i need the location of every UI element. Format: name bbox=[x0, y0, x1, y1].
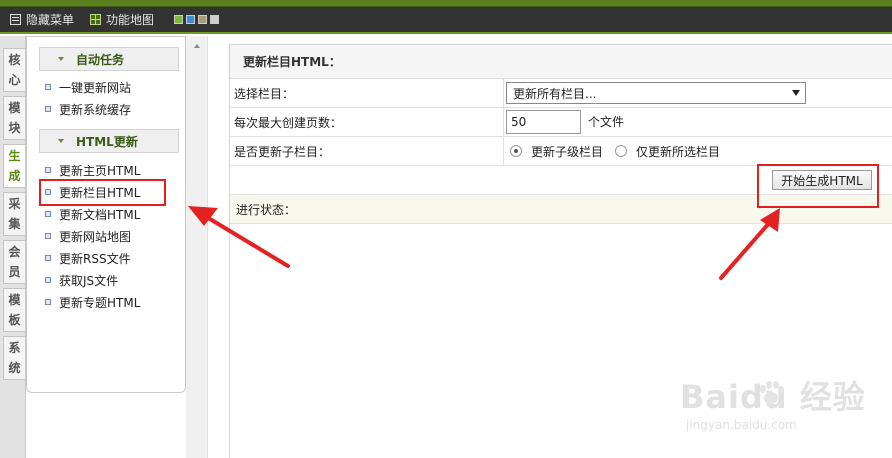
function-map-button[interactable]: 功能地图 bbox=[90, 11, 154, 28]
panel-splitter[interactable] bbox=[186, 36, 208, 458]
max-pages-input[interactable]: 50 bbox=[506, 110, 581, 134]
vertical-tabs: 核心模块生成采集会员模板系统 bbox=[0, 36, 26, 458]
tab-char: 模 bbox=[8, 293, 21, 307]
tab-char: 模 bbox=[8, 101, 21, 115]
tab-char: 集 bbox=[8, 217, 21, 231]
update-subcolumns-label: 是否更新子栏目： bbox=[234, 144, 331, 159]
section-header-auto-task[interactable]: 自动任务 bbox=[39, 47, 179, 71]
sidebar-item-label: 更新RSS文件 bbox=[59, 251, 131, 266]
start-generate-html-button[interactable]: 开始生成HTML bbox=[772, 170, 872, 190]
update-subcolumns-row: 是否更新子栏目： 更新子级栏目 仅更新所选栏目 bbox=[230, 137, 892, 166]
max-pages-unit: 个文件 bbox=[588, 114, 625, 129]
sidebar-item-label: 更新网站地图 bbox=[59, 229, 132, 244]
tab-char: 采 bbox=[8, 197, 21, 211]
radio-update-selected-only[interactable] bbox=[615, 145, 627, 157]
chevron-down-icon bbox=[58, 57, 64, 61]
sidebar-item-get-js[interactable]: 获取JS文件 bbox=[45, 270, 118, 290]
tab-char: 成 bbox=[8, 169, 21, 183]
radio-update-children-label[interactable]: 更新子级栏目 bbox=[531, 137, 603, 165]
progress-status-label: 进行状态： bbox=[236, 202, 297, 217]
function-map-label: 功能地图 bbox=[106, 13, 155, 27]
sidebar-item-label: 更新栏目HTML bbox=[59, 185, 141, 200]
column-select-value: 更新所有栏目... bbox=[513, 86, 597, 101]
chevron-down-icon bbox=[792, 90, 800, 96]
tab-char: 生 bbox=[8, 149, 21, 163]
row-divider bbox=[503, 108, 504, 136]
sidebar-item-label: 一键更新网站 bbox=[59, 80, 132, 95]
sidebar-item-update-cache[interactable]: 更新系统缓存 bbox=[45, 99, 131, 119]
collapse-arrow-icon[interactable] bbox=[194, 44, 200, 48]
max-pages-label: 每次最大创建页数： bbox=[234, 115, 343, 130]
radio-update-selected-only-label[interactable]: 仅更新所选栏目 bbox=[636, 137, 720, 165]
sidebar-item-update-rss[interactable]: 更新RSS文件 bbox=[45, 248, 131, 268]
theme-swatch-gray[interactable] bbox=[210, 15, 220, 24]
tab-char: 心 bbox=[8, 73, 21, 87]
sidebar-menu: 自动任务 一键更新网站 更新系统缓存 HTML更新 更新主页HTML 更新栏目H… bbox=[26, 36, 186, 393]
column-select[interactable]: 更新所有栏目... bbox=[506, 82, 806, 104]
grid-icon bbox=[90, 14, 102, 25]
row-divider bbox=[503, 79, 504, 107]
bullet-icon bbox=[45, 299, 51, 305]
bullet-icon bbox=[45, 106, 51, 112]
tab-generate[interactable]: 生成 bbox=[3, 144, 25, 188]
progress-status-row: 进行状态： bbox=[230, 195, 892, 224]
bullet-icon bbox=[45, 233, 51, 239]
app-window: 隐藏菜单 功能地图 核心模块生成采集会员模板系统 自动任务 一键更新网站 更新系… bbox=[0, 0, 892, 458]
tab-char: 系 bbox=[8, 341, 21, 355]
sidebar-item-label: 获取JS文件 bbox=[59, 273, 119, 288]
theme-swatch-tan[interactable] bbox=[198, 15, 208, 24]
paw-icon bbox=[760, 381, 784, 404]
sidebar-item-label: 更新系统缓存 bbox=[59, 102, 132, 117]
row-divider bbox=[503, 137, 504, 165]
tab-char: 统 bbox=[8, 361, 21, 375]
section-title: 自动任务 bbox=[76, 52, 125, 67]
section-title: HTML更新 bbox=[76, 134, 138, 149]
tab-template[interactable]: 模板 bbox=[3, 288, 25, 332]
theme-swatch-green[interactable] bbox=[174, 15, 184, 24]
top-strip bbox=[0, 0, 892, 7]
chevron-down-icon bbox=[58, 139, 64, 143]
tab-system[interactable]: 系统 bbox=[3, 336, 25, 380]
select-column-label: 选择栏目： bbox=[234, 86, 295, 101]
hide-menu-label: 隐藏菜单 bbox=[26, 13, 75, 27]
theme-swatch-blue[interactable] bbox=[186, 15, 196, 24]
sidebar-item-label: 更新主页HTML bbox=[59, 163, 141, 178]
tab-core[interactable]: 核心 bbox=[3, 48, 25, 92]
bullet-icon bbox=[45, 211, 51, 217]
hide-menu-button[interactable]: 隐藏菜单 bbox=[10, 11, 74, 28]
bullet-icon bbox=[45, 189, 51, 195]
tab-module[interactable]: 模块 bbox=[3, 96, 25, 140]
tab-collect[interactable]: 采集 bbox=[3, 192, 25, 236]
sidebar-item-update-topic[interactable]: 更新专题HTML bbox=[45, 292, 140, 312]
page-title: 更新栏目HTML： bbox=[230, 45, 892, 79]
tab-member[interactable]: 会员 bbox=[3, 240, 25, 284]
radio-update-children[interactable] bbox=[510, 145, 522, 157]
section-header-html-update[interactable]: HTML更新 bbox=[39, 129, 179, 153]
watermark: Baidu 经验 jingyan.baidu.com bbox=[680, 372, 870, 442]
sidebar-item-one-click-update[interactable]: 一键更新网站 bbox=[45, 77, 131, 97]
menu-icon bbox=[10, 14, 21, 25]
watermark-url: jingyan.baidu.com bbox=[686, 418, 797, 432]
select-column-row: 选择栏目： 更新所有栏目... bbox=[230, 79, 892, 108]
theme-swatches bbox=[174, 15, 222, 24]
sidebar-item-label: 更新文档HTML bbox=[59, 207, 141, 222]
tab-char: 员 bbox=[8, 265, 21, 279]
bullet-icon bbox=[45, 255, 51, 261]
sidebar-item-update-home[interactable]: 更新主页HTML bbox=[45, 160, 140, 180]
action-row: 开始生成HTML bbox=[230, 166, 892, 195]
toolbar: 隐藏菜单 功能地图 bbox=[0, 7, 892, 34]
sidebar-item-update-sitemap[interactable]: 更新网站地图 bbox=[45, 226, 131, 246]
tab-char: 块 bbox=[8, 121, 21, 135]
max-pages-row: 每次最大创建页数： 50 个文件 bbox=[230, 108, 892, 137]
bullet-icon bbox=[45, 277, 51, 283]
sidebar-item-label: 更新专题HTML bbox=[59, 295, 141, 310]
tab-char: 核 bbox=[8, 53, 21, 67]
tab-char: 板 bbox=[8, 313, 21, 327]
bullet-icon bbox=[45, 167, 51, 173]
bullet-icon bbox=[45, 84, 51, 90]
max-pages-value: 50 bbox=[511, 115, 527, 129]
sidebar-item-update-docs[interactable]: 更新文档HTML bbox=[45, 204, 140, 224]
tab-char: 会 bbox=[8, 245, 21, 259]
sidebar-item-update-column[interactable]: 更新栏目HTML bbox=[45, 182, 140, 202]
